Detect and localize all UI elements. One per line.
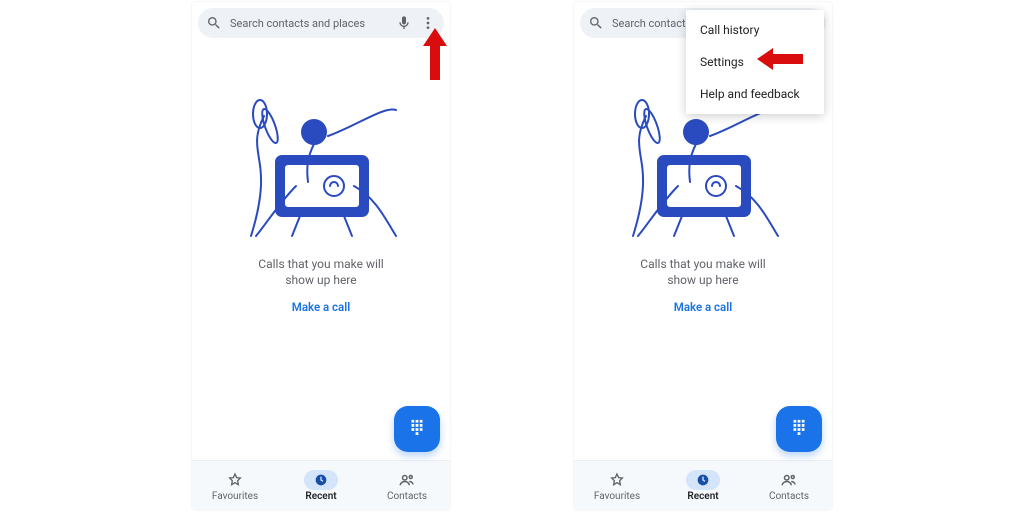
empty-illustration	[236, 86, 406, 242]
search-icon	[206, 15, 222, 31]
menu-help[interactable]: Help and feedback	[686, 78, 824, 110]
people-icon	[772, 470, 806, 490]
dialpad-fab[interactable]	[776, 406, 822, 452]
tab-contacts[interactable]: Contacts	[746, 461, 832, 510]
overflow-icon[interactable]	[420, 15, 436, 31]
clock-icon	[304, 470, 338, 490]
people-icon	[390, 470, 424, 490]
make-call-link[interactable]: Make a call	[674, 300, 732, 314]
clock-icon	[686, 470, 720, 490]
tab-recent[interactable]: Recent	[660, 461, 746, 510]
tab-contacts[interactable]: Contacts	[364, 461, 450, 510]
tab-label: Recent	[305, 491, 336, 502]
menu-call-history[interactable]: Call history	[686, 14, 824, 46]
tab-favourites[interactable]: Favourites	[574, 461, 660, 510]
empty-state: Calls that you make will show up here Ma…	[192, 38, 450, 460]
search-icon	[588, 15, 604, 31]
bottom-nav: Favourites Recent Contacts	[574, 460, 832, 510]
dialpad-fab[interactable]	[394, 406, 440, 452]
tab-label: Contacts	[387, 491, 427, 502]
menu-settings[interactable]: Settings	[686, 46, 824, 78]
tab-label: Favourites	[594, 491, 640, 502]
bottom-nav: Favourites Recent Contacts	[192, 460, 450, 510]
tab-label: Favourites	[212, 491, 258, 502]
tab-label: Recent	[687, 491, 718, 502]
search-bar[interactable]: Search contacts and places	[198, 8, 444, 38]
overflow-menu: Call history Settings Help and feedback	[686, 10, 824, 114]
empty-message: Calls that you make will show up here	[258, 256, 383, 288]
tab-recent[interactable]: Recent	[278, 461, 364, 510]
search-placeholder: Search contacts and places	[230, 17, 388, 30]
tab-label: Contacts	[769, 491, 809, 502]
star-icon	[218, 470, 252, 490]
empty-message: Calls that you make will show up here	[640, 256, 765, 288]
tab-favourites[interactable]: Favourites	[192, 461, 278, 510]
make-call-link[interactable]: Make a call	[292, 300, 350, 314]
phone-screen-step2: Search contacts and places	[574, 2, 832, 510]
star-icon	[600, 470, 634, 490]
phone-screen-step1: Search contacts and places	[192, 2, 450, 510]
mic-icon[interactable]	[396, 15, 412, 31]
